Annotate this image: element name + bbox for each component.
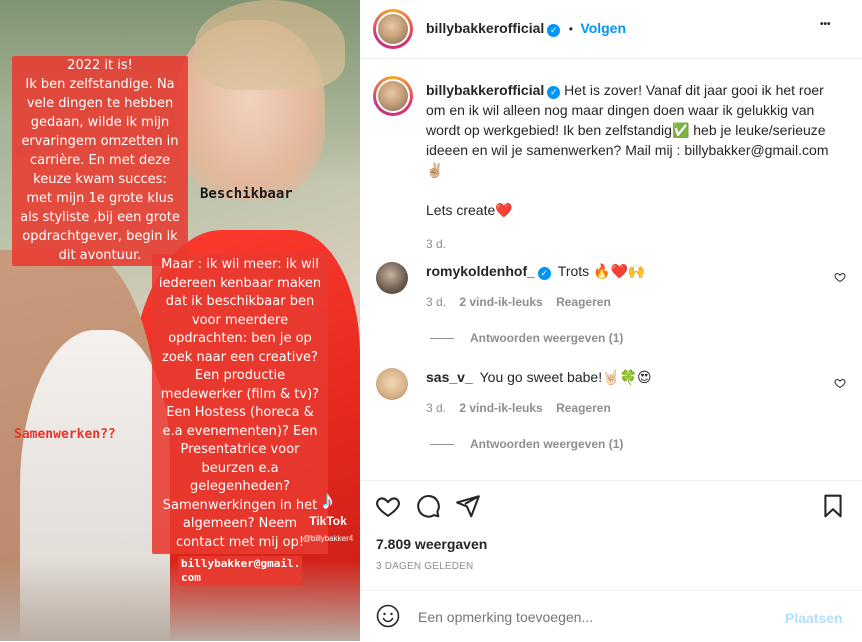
story-line: als styliste ,bij een grote [20, 210, 180, 225]
check-emoji: ✅ [671, 122, 690, 138]
emoji-icon[interactable] [376, 604, 400, 628]
caption-avatar[interactable] [373, 76, 413, 116]
replies-divider [430, 444, 454, 446]
view-replies-button[interactable]: Antwoorden weergeven (1) [426, 331, 623, 345]
story-line: opdrachtgever, begin ik [22, 229, 178, 244]
author-username[interactable]: billybakkerofficial [426, 20, 544, 36]
comment-icon[interactable] [415, 493, 441, 519]
tiktok-handle: @billybakker4 [302, 534, 354, 543]
like-comment-icon[interactable] [834, 271, 846, 283]
comment-meta: 3 d. 2 vind-ik-leuks Reageren [426, 401, 611, 415]
comment-avatar[interactable] [376, 368, 408, 400]
tiktok-logo-icon: ♪ [321, 485, 335, 515]
story-line: keuze kwam succes: [33, 172, 167, 187]
view-count[interactable]: 7.809 weergaven [376, 536, 487, 552]
story-line: beurzen e.a [201, 460, 279, 476]
post-panel: billybakkerofficial ✓ • Volgen ••• billyb… [360, 0, 862, 641]
reply-button[interactable]: Reageren [556, 295, 611, 309]
story-line: Presentatrice voor [180, 442, 300, 457]
caption: billybakkerofficial ✓ Het is zover! Vanaf… [426, 80, 846, 254]
story-text-beschikbaar: Beschikbaar [200, 186, 293, 202]
share-icon[interactable] [455, 493, 481, 519]
background-hair [195, 0, 345, 90]
save-bookmark-icon[interactable] [820, 493, 846, 519]
comment-time[interactable]: 3 d. [426, 295, 446, 309]
post-comment-button[interactable]: Plaatsen [785, 610, 843, 626]
story-line: Een Hostess (horeca & [166, 405, 314, 420]
author-avatar[interactable] [373, 9, 413, 49]
comment-meta: 3 d. 2 vind-ik-leuks Reageren [426, 295, 611, 309]
action-bar: 7.809 weergaven 3 DAGEN GELEDEN [360, 480, 862, 585]
comment-username[interactable]: sas_v_ [426, 369, 473, 385]
story-line: zoek naar een creative? [162, 349, 318, 365]
comment: romykoldenhof_ ✓ Trots 🔥❤️🙌 [426, 263, 826, 280]
story-line: Maar : ik wil meer: ik wil [161, 257, 319, 272]
view-replies-label: Antwoorden weergeven (1) [470, 331, 624, 345]
heart-emoji: ❤️ [495, 202, 513, 218]
comment-input[interactable] [416, 605, 780, 629]
comment: sas_v_ You go sweet babe!🤘🏻🍀😍 [426, 369, 826, 386]
story-line: Een productie [194, 368, 286, 383]
replies-divider [430, 338, 454, 340]
follow-button[interactable]: Volgen [580, 20, 626, 36]
comment-text: Trots 🔥❤️🙌 [557, 263, 646, 279]
story-line: Ik ben zelfstandige. Na [25, 77, 175, 92]
lets-create-text: Lets create [426, 202, 496, 218]
comment-likes[interactable]: 2 vind-ik-leuks [459, 401, 542, 415]
comment-text: You go sweet babe!🤘🏻🍀😍 [479, 369, 652, 385]
story-line: com [181, 571, 201, 584]
view-replies-button[interactable]: Antwoorden weergeven (1) [426, 437, 623, 451]
more-options-icon[interactable]: ••• [820, 19, 831, 30]
story-line: billybakker@gmail. [181, 557, 301, 570]
header-dot: • [568, 22, 573, 36]
story-line: vele dingen te hebben [26, 96, 174, 111]
like-icon[interactable] [375, 493, 401, 519]
story-line: e.a evenementen)? Een [162, 423, 318, 439]
story-line: iedereen kenbaar maken [158, 275, 322, 291]
view-replies-label: Antwoorden weergeven (1) [470, 437, 624, 451]
story-line: voor meerdere [191, 312, 289, 328]
like-comment-icon[interactable] [834, 377, 846, 389]
story-line: carrière. En met deze [29, 153, 171, 168]
comment-username[interactable]: romykoldenhof_ [426, 263, 535, 279]
story-line: 2022 it is! [67, 58, 133, 73]
post-date[interactable]: 3 DAGEN GELEDEN [376, 561, 473, 572]
caption-username[interactable]: billybakkerofficial [426, 82, 544, 98]
tiktok-watermark: ♪ TikTok @billybakker4 [296, 486, 360, 543]
comment-avatar[interactable] [376, 262, 408, 294]
caption-time[interactable]: 3 d. [426, 234, 846, 254]
tiktok-label: TikTok [309, 514, 347, 528]
story-line: ervaringem omzetten in [21, 134, 179, 149]
story-line: gedaan, wilde ik mijn [30, 115, 170, 130]
verified-badge-icon: ✓ [547, 24, 561, 37]
reply-button[interactable]: Reageren [556, 401, 611, 415]
story-line: medewerker (film & tv)? [160, 386, 320, 402]
comment-composer: Plaatsen [360, 590, 862, 642]
story-text-email: billybakker@gmail. com [178, 556, 302, 586]
post-media[interactable]: 2022 it is! Ik ben zelfstandige. Na vele… [0, 0, 360, 641]
peace-emoji: ✌🏼 [426, 162, 444, 178]
story-text-intro: 2022 it is! Ik ben zelfstandige. Na vele… [12, 56, 188, 266]
story-text-samenwerken: Samenwerken?? [14, 427, 116, 442]
verified-badge-icon: ✓ [547, 86, 561, 99]
comment-time[interactable]: 3 d. [426, 401, 446, 415]
story-line: met mijn 1e grote klus [26, 191, 174, 206]
verified-badge-icon: ✓ [537, 267, 551, 280]
post-header: billybakkerofficial ✓ • Volgen ••• [360, 0, 862, 59]
story-line: dat ik beschikbaar ben [165, 294, 315, 309]
story-line: opdrachten: ben je op [168, 331, 312, 346]
comment-likes[interactable]: 2 vind-ik-leuks [459, 295, 542, 309]
